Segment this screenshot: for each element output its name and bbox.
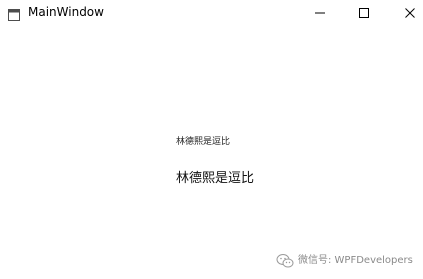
maximize-button[interactable]: [341, 0, 387, 26]
close-icon: [404, 4, 416, 23]
wechat-icon: [276, 253, 294, 269]
title-bar[interactable]: MainWindow: [0, 0, 423, 26]
watermark: 微信号: WPFDevelopers: [276, 252, 413, 270]
close-button[interactable]: [387, 0, 423, 26]
maximize-icon: [358, 4, 370, 23]
small-text-label: 林德熙是逗比: [176, 137, 231, 147]
minimize-icon: [314, 4, 326, 23]
watermark-text: 微信号: WPFDevelopers: [298, 255, 413, 266]
window-title: MainWindow: [28, 5, 104, 19]
window-icon[interactable]: [8, 6, 20, 21]
main-window: MainWindow 林德熙是逗比 林德熙是逗比 微信号: WPFDevelop…: [0, 0, 423, 279]
large-text-label: 林德熙是逗比: [176, 171, 255, 186]
minimize-button[interactable]: [297, 0, 343, 26]
